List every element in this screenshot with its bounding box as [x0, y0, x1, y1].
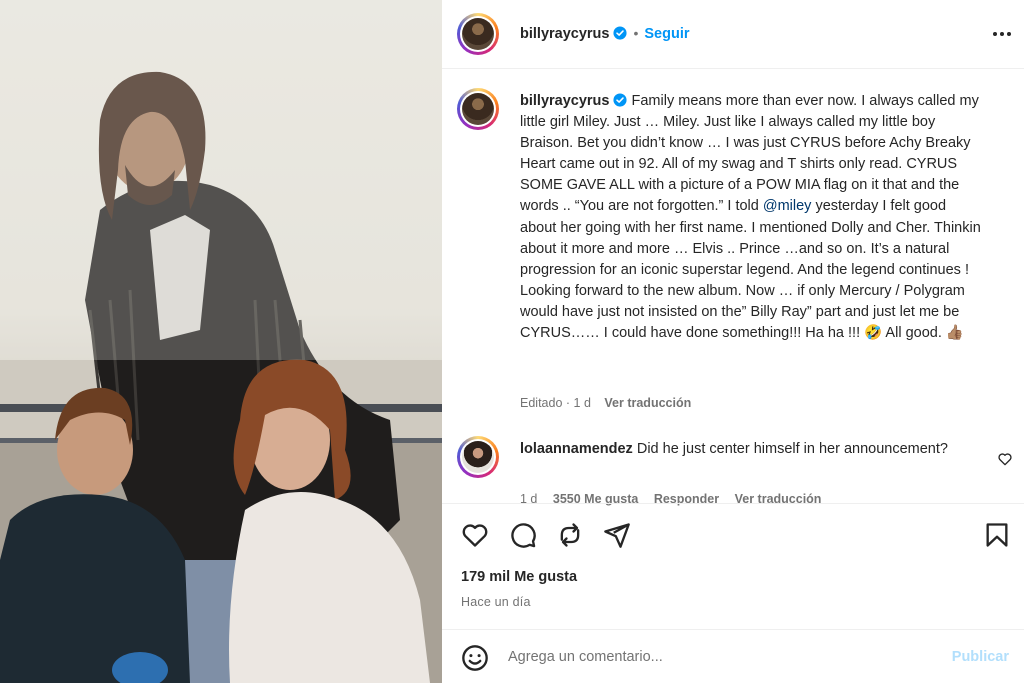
more-options-icon[interactable]	[990, 22, 1014, 46]
add-comment-bar: Publicar	[442, 629, 1024, 683]
publish-button[interactable]: Publicar	[952, 649, 1009, 665]
send-icon[interactable]	[603, 521, 631, 549]
caption-meta: Editado · 1 d Ver traducción	[520, 396, 692, 410]
repost-icon[interactable]	[556, 521, 584, 549]
post-actions: 179 mil Me gusta Hace un día	[442, 503, 1024, 629]
verified-badge-icon	[613, 26, 628, 40]
author-row: billyraycyrus • Seguir	[520, 25, 690, 43]
author-avatar[interactable]	[457, 13, 499, 55]
post-time[interactable]: Hace un día	[461, 595, 531, 609]
heart-icon[interactable]	[461, 521, 489, 549]
emoji-icon[interactable]	[461, 644, 489, 672]
post-details-panel: billyraycyrus • Seguir billyraycyrus Famil…	[442, 0, 1024, 683]
commenter-username[interactable]: lolaannamendez	[520, 441, 633, 457]
mention-link[interactable]: @miley	[763, 198, 812, 214]
comment-like-heart-icon[interactable]	[997, 451, 1013, 467]
comments-scroll-area[interactable]: billyraycyrus Family means more than eve…	[442, 70, 1024, 515]
caption-text-part-2: yesterday I felt good about her going wi…	[520, 198, 981, 342]
post-photo	[0, 0, 442, 683]
separator-dot: •	[633, 25, 639, 41]
follow-button[interactable]: Seguir	[644, 26, 689, 42]
caption-author-avatar[interactable]	[457, 88, 499, 130]
post-caption: billyraycyrus Family means more than eve…	[520, 91, 982, 344]
likes-count[interactable]: 179 mil Me gusta	[461, 569, 577, 585]
verified-badge-icon	[613, 93, 628, 107]
bookmark-icon[interactable]	[983, 521, 1011, 549]
caption-time[interactable]: 1 d	[574, 396, 591, 410]
family-photo-illustration	[0, 0, 442, 683]
comment-text: Did he just center himself in her announ…	[636, 441, 948, 457]
comment-input[interactable]	[508, 644, 928, 670]
caption-username[interactable]: billyraycyrus	[520, 93, 609, 109]
see-translation-link[interactable]: Ver traducción	[604, 396, 691, 410]
comment-body: lolaannamendez Did he just center himsel…	[520, 439, 980, 460]
author-username[interactable]: billyraycyrus	[520, 26, 609, 42]
comment-icon[interactable]	[509, 521, 537, 549]
commenter-avatar[interactable]	[457, 436, 499, 478]
post-header: billyraycyrus • Seguir	[442, 0, 1024, 69]
edited-label: Editado	[520, 396, 563, 410]
caption-text-part-1: Family means more than ever now. I alway…	[520, 93, 979, 215]
